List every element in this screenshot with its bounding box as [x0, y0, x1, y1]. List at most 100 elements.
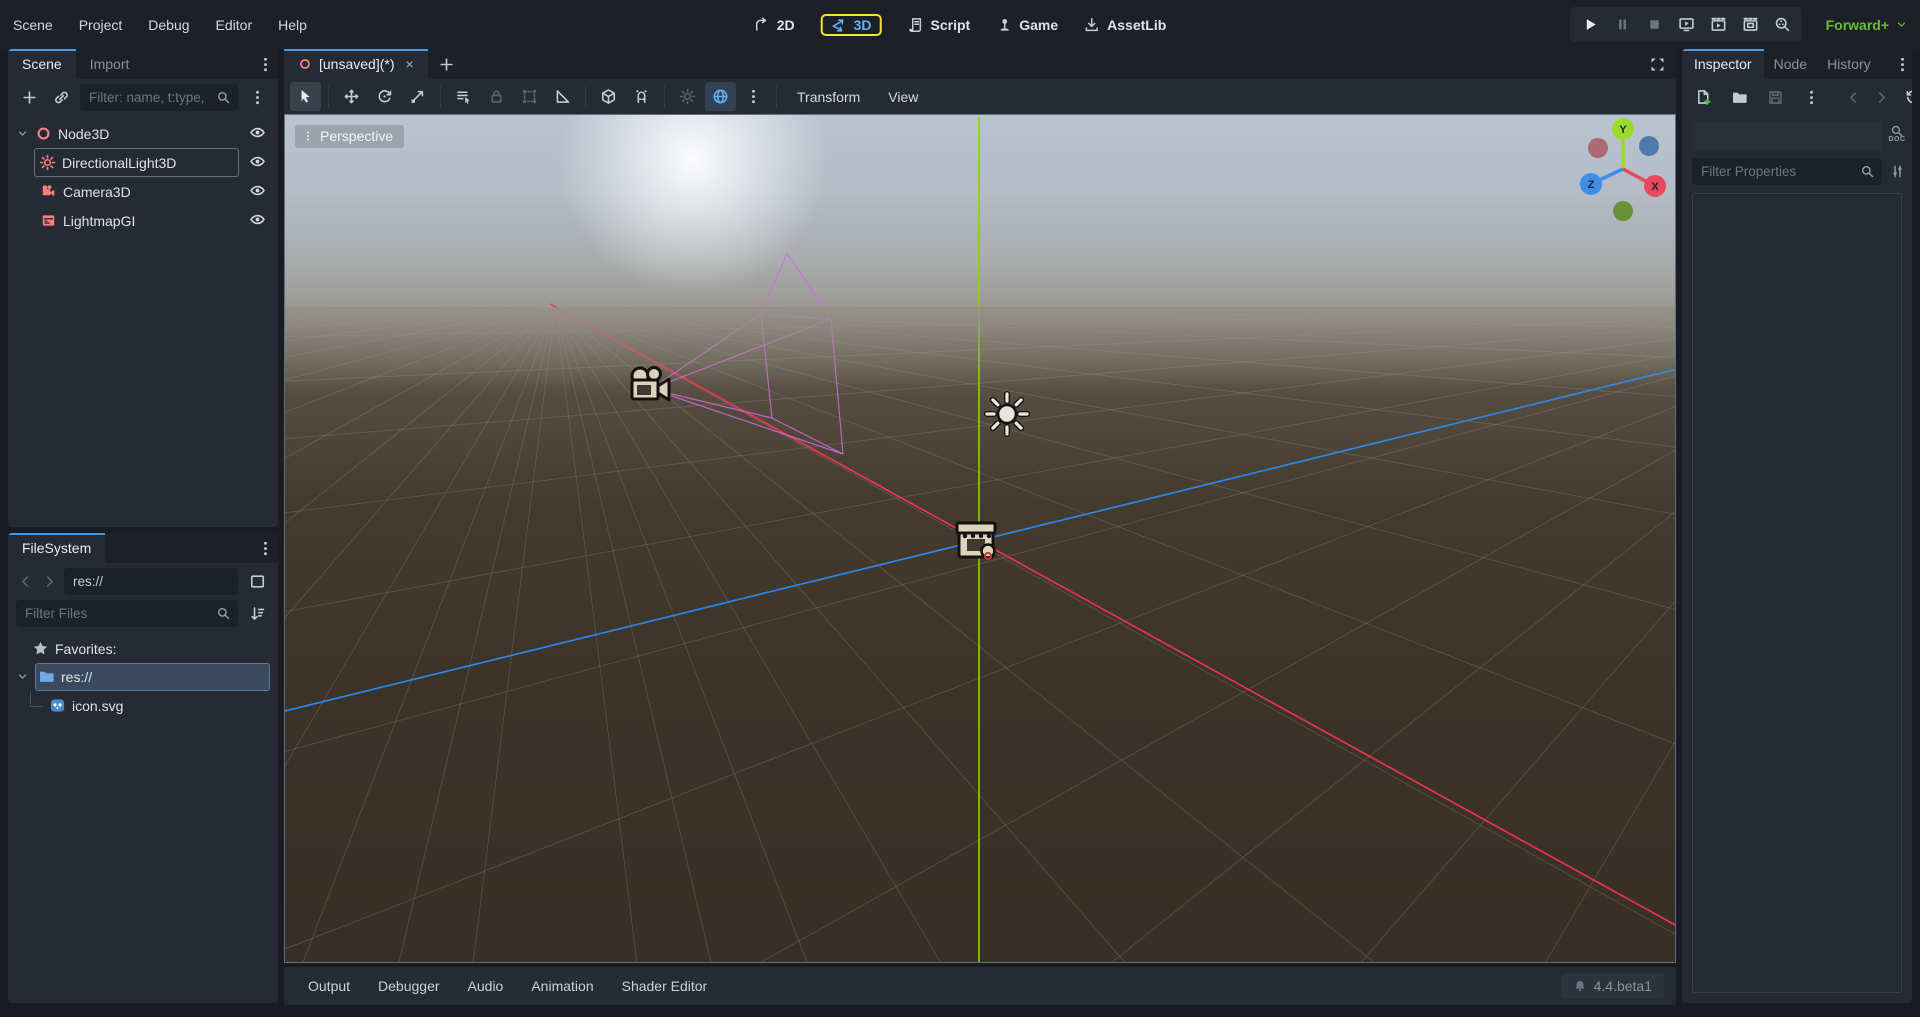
camera-gizmo-icon[interactable]: [625, 365, 677, 411]
workspace-3d-label: 3D: [854, 17, 872, 33]
workspace-game[interactable]: Game: [996, 17, 1058, 33]
tab-import[interactable]: Import: [76, 49, 144, 79]
group-selected-button[interactable]: [514, 82, 545, 111]
visibility-toggle[interactable]: [249, 124, 266, 144]
play-scene-button[interactable]: [1703, 11, 1733, 39]
scene-tree-menu-button[interactable]: [244, 85, 270, 111]
inspector-forward-button[interactable]: [1872, 84, 1890, 110]
tab-history[interactable]: History: [1817, 49, 1881, 79]
menu-editor[interactable]: Editor: [203, 0, 266, 49]
projection-menu[interactable]: Perspective: [295, 125, 404, 148]
axis-gizmo[interactable]: Y X Z: [1573, 115, 1673, 227]
bottom-audio[interactable]: Audio: [456, 978, 516, 994]
play-button[interactable]: [1575, 11, 1605, 39]
workspace-3d[interactable]: 3D: [821, 14, 882, 36]
ruler-mode-button[interactable]: [547, 82, 578, 111]
tab-inspector[interactable]: Inspector: [1682, 49, 1764, 79]
visibility-toggle[interactable]: [249, 211, 266, 231]
menu-project[interactable]: Project: [66, 0, 136, 49]
lightmapgi-gizmo-icon[interactable]: [953, 517, 1003, 567]
distraction-free-button[interactable]: [1644, 51, 1670, 77]
view-menu[interactable]: View: [875, 89, 931, 105]
preview-sunlight-button[interactable]: [672, 82, 703, 111]
scale-mode-button[interactable]: [402, 82, 433, 111]
scene-node-camera[interactable]: Camera3D: [8, 177, 278, 206]
bottom-animation[interactable]: Animation: [519, 978, 605, 994]
open-docs-button[interactable]: DOC: [1882, 124, 1912, 143]
transform-menu[interactable]: Transform: [784, 89, 873, 105]
instance-scene-button[interactable]: [48, 85, 74, 111]
tab-scene[interactable]: Scene: [8, 49, 76, 79]
path-input[interactable]: [71, 573, 231, 590]
select-mode-button[interactable]: [290, 82, 321, 111]
close-icon[interactable]: ×: [401, 56, 413, 72]
save-resource-button[interactable]: [1762, 84, 1788, 110]
bottom-debugger[interactable]: Debugger: [366, 978, 452, 994]
remote-debug-button[interactable]: [1671, 11, 1701, 39]
visibility-toggle[interactable]: [249, 153, 266, 173]
axis-neg-z-ball[interactable]: [1639, 136, 1659, 156]
tab-node[interactable]: Node: [1764, 49, 1817, 79]
snap-mode-button[interactable]: [626, 82, 657, 111]
menu-help[interactable]: Help: [265, 0, 320, 49]
scene-tab-unsaved[interactable]: [unsaved](*) ×: [284, 49, 428, 79]
list-select-button[interactable]: [448, 82, 479, 111]
environment-options-button[interactable]: [738, 82, 769, 111]
move-mode-button[interactable]: [336, 82, 367, 111]
movie-maker-button[interactable]: [1767, 11, 1797, 39]
scale-icon: [409, 88, 426, 105]
light-gizmo-icon[interactable]: [984, 391, 1030, 437]
play-custom-scene-button[interactable]: [1735, 11, 1765, 39]
favorites-row[interactable]: Favorites:: [8, 635, 278, 662]
inspector-history-button[interactable]: [1900, 84, 1912, 110]
property-tools-button[interactable]: [1882, 158, 1912, 185]
axis-neg-y-ball[interactable]: [1613, 201, 1633, 221]
lock-selected-button[interactable]: [481, 82, 512, 111]
new-resource-icon: [1695, 89, 1712, 106]
add-node-button[interactable]: [16, 85, 42, 111]
workspace-assetlib[interactable]: AssetLib: [1084, 17, 1166, 33]
scene-dock-menu-button[interactable]: [252, 51, 278, 77]
stop-button[interactable]: [1639, 11, 1669, 39]
file-sort-button[interactable]: [244, 601, 270, 627]
lightmapgi-icon: [40, 212, 57, 229]
axis-neg-x-ball[interactable]: [1588, 138, 1608, 158]
filesystem-menu-button[interactable]: [252, 535, 278, 561]
renderer-selector[interactable]: Forward+: [1826, 0, 1908, 49]
bottom-output[interactable]: Output: [296, 978, 362, 994]
bottom-shader-editor[interactable]: Shader Editor: [610, 978, 720, 994]
file-label: icon.svg: [72, 698, 123, 714]
rotate-mode-button[interactable]: [369, 82, 400, 111]
file-filter-input[interactable]: [23, 605, 216, 622]
menu-scene[interactable]: Scene: [0, 0, 66, 49]
new-scene-tab-button[interactable]: [434, 51, 460, 77]
workspace-script[interactable]: Script: [908, 17, 971, 33]
history-back-button[interactable]: [16, 569, 34, 595]
inspector-back-button[interactable]: [1844, 84, 1862, 110]
property-filter-input[interactable]: [1699, 163, 1860, 180]
pause-button[interactable]: [1607, 11, 1637, 39]
workspace-2d[interactable]: 2D: [754, 17, 795, 33]
resource-options-button[interactable]: [1798, 84, 1824, 110]
fs-row-res[interactable]: res://: [8, 662, 278, 691]
viewport-3d[interactable]: Perspective Y X Z: [284, 114, 1676, 963]
preview-environment-button[interactable]: [705, 82, 736, 111]
workspace-game-label: Game: [1019, 17, 1058, 33]
menu-debug[interactable]: Debug: [135, 0, 202, 49]
dots-icon: [1803, 89, 1820, 106]
scene-node-root[interactable]: Node3D: [8, 119, 278, 148]
inspector-menu-button[interactable]: [1892, 51, 1912, 77]
local-space-button[interactable]: [593, 82, 624, 111]
visibility-toggle[interactable]: [249, 182, 266, 202]
load-resource-button[interactable]: [1726, 84, 1752, 110]
tab-filesystem[interactable]: FileSystem: [8, 533, 105, 563]
history-forward-button[interactable]: [40, 569, 58, 595]
scene-filter-input[interactable]: [87, 89, 216, 106]
scene-node-directionallight[interactable]: DirectionalLight3D: [8, 148, 278, 177]
version-button[interactable]: 4.4.beta1: [1561, 973, 1664, 999]
scene-node-lightmapgi[interactable]: LightmapGI: [8, 206, 278, 235]
fs-row-iconsvg[interactable]: icon.svg: [8, 691, 278, 720]
history-icon: [1905, 89, 1913, 106]
new-resource-button[interactable]: [1690, 84, 1716, 110]
toggle-split-mode-button[interactable]: [244, 569, 270, 595]
